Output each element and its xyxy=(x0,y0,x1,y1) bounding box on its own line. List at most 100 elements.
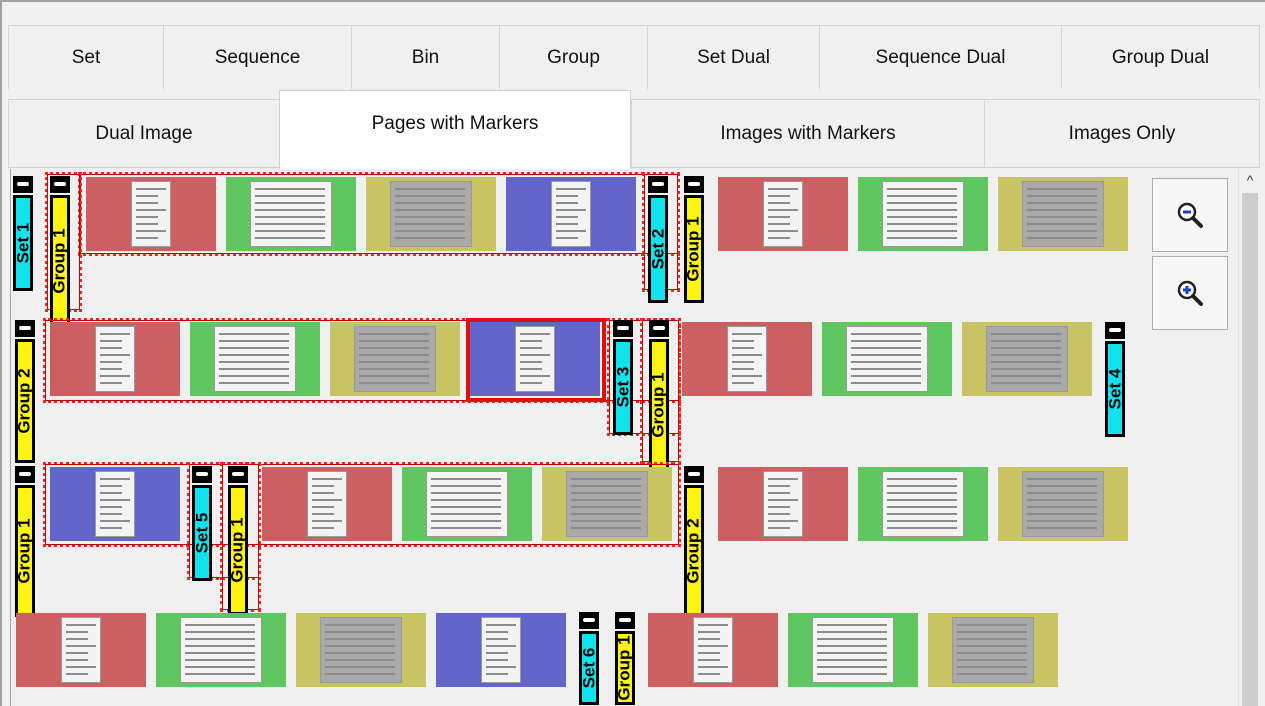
page-thumbnail[interactable] xyxy=(86,177,216,251)
page-thumbnail[interactable] xyxy=(788,613,918,687)
page-image xyxy=(426,471,508,537)
text-line xyxy=(325,638,395,640)
page-thumbnail[interactable] xyxy=(16,613,146,687)
marker-handle-icon[interactable] xyxy=(648,176,668,193)
tab-dual-image[interactable]: Dual Image xyxy=(8,99,279,167)
text-line xyxy=(219,361,289,363)
text-line xyxy=(991,354,1061,356)
page-thumbnail[interactable] xyxy=(682,322,812,396)
scroll-up-icon[interactable]: ^ xyxy=(1239,169,1261,191)
text-line xyxy=(325,652,395,654)
page-thumbnail[interactable] xyxy=(436,613,566,687)
page-image xyxy=(763,471,803,537)
tab-sequence-dual[interactable]: Sequence Dual xyxy=(819,25,1061,89)
marker-handle-icon[interactable] xyxy=(15,466,35,483)
text-line xyxy=(431,499,501,501)
page-thumbnail[interactable] xyxy=(718,177,848,251)
marker-handle-icon[interactable] xyxy=(615,612,635,629)
text-line xyxy=(768,216,790,218)
marker-handle-icon[interactable] xyxy=(15,320,35,337)
text-line xyxy=(431,520,501,522)
tab-images-with-markers[interactable]: Images with Markers xyxy=(631,99,984,167)
text-line xyxy=(395,188,465,190)
tab-set[interactable]: Set xyxy=(8,25,163,89)
page-thumbnail[interactable] xyxy=(858,177,988,251)
marker-handle-icon[interactable] xyxy=(1105,322,1125,339)
page-thumbnail[interactable] xyxy=(648,613,778,687)
tab-set-dual[interactable]: Set Dual xyxy=(647,25,819,89)
text-line xyxy=(887,188,957,190)
page-thumbnail[interactable] xyxy=(50,467,180,541)
zoom-in-icon xyxy=(1177,280,1203,306)
page-thumbnail[interactable] xyxy=(50,322,180,396)
page-thumbnail[interactable] xyxy=(718,467,848,541)
group-marker[interactable]: Group 1 xyxy=(615,612,635,705)
page-thumbnail[interactable] xyxy=(542,467,672,541)
text-line xyxy=(100,333,130,335)
set-marker[interactable]: Set 4 xyxy=(1105,322,1125,437)
page-thumbnail[interactable] xyxy=(190,322,320,396)
page-thumbnail[interactable] xyxy=(366,177,496,251)
page-thumbnail[interactable] xyxy=(822,322,952,396)
marker-handle-icon[interactable] xyxy=(684,466,704,483)
tab-pages-with-markers[interactable]: Pages with Markers xyxy=(279,90,631,169)
text-line xyxy=(768,485,790,487)
tab-sequence[interactable]: Sequence xyxy=(163,25,351,89)
text-line xyxy=(768,520,798,522)
tab-bin[interactable]: Bin xyxy=(351,25,499,89)
page-thumbnail[interactable] xyxy=(962,322,1092,396)
page-thumbnail[interactable] xyxy=(296,613,426,687)
set-marker[interactable]: Set 5 xyxy=(192,466,212,581)
marker-handle-icon[interactable] xyxy=(579,612,599,629)
tab-group[interactable]: Group xyxy=(499,25,647,89)
page-thumbnail[interactable] xyxy=(858,467,988,541)
group-marker[interactable]: Group 1 xyxy=(649,320,669,471)
page-thumbnail[interactable] xyxy=(262,467,392,541)
group-marker[interactable]: Group 1 xyxy=(50,176,70,327)
tab-group-dual[interactable]: Group Dual xyxy=(1061,25,1260,89)
text-line xyxy=(185,638,255,640)
group-marker[interactable]: Group 2 xyxy=(684,466,704,617)
text-line xyxy=(887,506,957,508)
set-marker[interactable]: Set 3 xyxy=(613,320,633,435)
text-line xyxy=(100,492,122,494)
page-thumbnail[interactable] xyxy=(998,177,1128,251)
set-marker[interactable]: Set 6 xyxy=(579,612,599,705)
marker-handle-icon[interactable] xyxy=(228,466,248,483)
text-line xyxy=(100,485,122,487)
page-image xyxy=(95,326,135,392)
marker-handle-icon[interactable] xyxy=(50,176,70,193)
marker-text: Set 3 xyxy=(613,366,633,408)
page-thumbnail[interactable] xyxy=(506,177,636,251)
marker-handle-icon[interactable] xyxy=(13,176,33,193)
page-thumbnail[interactable] xyxy=(156,613,286,687)
text-line xyxy=(359,354,429,356)
zoom-in-button[interactable] xyxy=(1152,256,1228,330)
text-line xyxy=(431,492,501,494)
text-line xyxy=(556,209,586,211)
text-line xyxy=(255,209,325,211)
page-thumbnail[interactable] xyxy=(928,613,1058,687)
set-marker[interactable]: Set 1 xyxy=(13,176,33,291)
group-marker[interactable]: Group 1 xyxy=(228,466,248,615)
scrollbar-thumb[interactable] xyxy=(1242,193,1258,706)
page-thumbnail[interactable] xyxy=(226,177,356,251)
vertical-scrollbar[interactable]: ^ xyxy=(1238,169,1261,706)
marker-handle-icon[interactable] xyxy=(192,466,212,483)
zoom-out-button[interactable] xyxy=(1152,178,1228,252)
group-marker[interactable]: Group 1 xyxy=(15,466,35,617)
page-image xyxy=(986,326,1068,392)
marker-handle-icon[interactable] xyxy=(613,320,633,337)
page-thumbnail[interactable] xyxy=(330,322,460,396)
set-marker[interactable]: Set 2 xyxy=(648,176,668,303)
text-line xyxy=(571,485,641,487)
group-marker[interactable]: Group 2 xyxy=(15,320,35,463)
text-line xyxy=(66,645,96,647)
page-thumbnail[interactable] xyxy=(402,467,532,541)
tab-images-only[interactable]: Images Only xyxy=(984,99,1260,167)
marker-handle-icon[interactable] xyxy=(649,320,669,337)
page-thumbnail[interactable] xyxy=(998,467,1128,541)
marker-handle-icon[interactable] xyxy=(684,176,704,193)
text-line xyxy=(219,347,289,349)
group-marker[interactable]: Group 1 xyxy=(684,176,704,303)
